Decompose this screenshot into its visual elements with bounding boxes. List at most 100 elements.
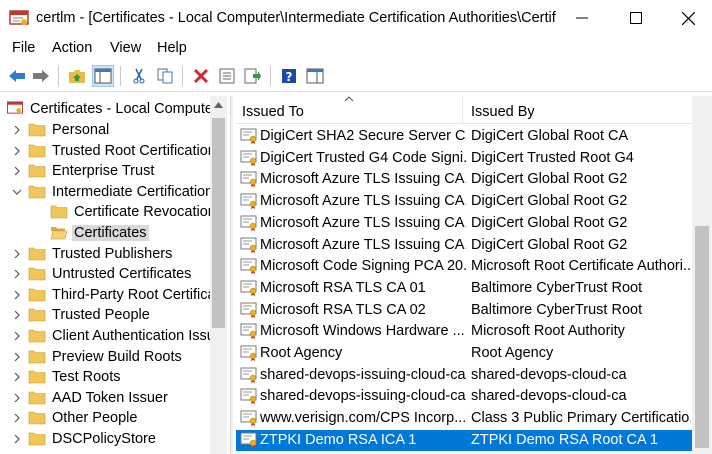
properties-button[interactable] (216, 65, 238, 87)
delete-button[interactable] (190, 65, 212, 87)
table-row[interactable]: Root Agency Root Agency (236, 343, 692, 364)
tree-item-label: Trusted Publishers (52, 245, 173, 262)
cell-issued-by: DigiCert Trusted Root G4 (471, 149, 634, 166)
properties-icon (219, 68, 235, 84)
table-row[interactable]: Microsoft RSA TLS CA 01 Baltimore CyberTr… (236, 278, 692, 299)
tree-item-label: Certificates (72, 225, 149, 241)
chevron-right-icon[interactable] (12, 413, 22, 423)
certificate-app-icon (9, 10, 29, 25)
chevron-right-icon[interactable] (12, 166, 22, 176)
menu-file[interactable]: File (12, 40, 35, 56)
tree-item[interactable]: Preview Build Roots (0, 347, 210, 367)
chevron-down-icon[interactable] (12, 187, 22, 197)
tree-item[interactable]: Test Roots (0, 367, 210, 387)
tree-scroll-thumb[interactable] (212, 118, 225, 328)
up-one-level-button[interactable] (66, 65, 88, 87)
forward-button[interactable] (30, 65, 52, 87)
scroll-up-arrow-icon[interactable] (214, 102, 223, 108)
column-divider[interactable] (462, 96, 463, 124)
table-row[interactable]: shared-devops-issuing-cloud-ca shared-dev… (236, 386, 692, 407)
tree-root-certificates-local-computer[interactable]: Certificates - Local Computer (0, 99, 218, 119)
column-header-issued-to[interactable]: Issued To (242, 104, 304, 120)
copy-button[interactable] (154, 65, 176, 87)
tree-item[interactable]: Client Authentication Issu (0, 326, 215, 346)
cut-button[interactable] (128, 65, 150, 87)
table-row[interactable]: Microsoft RSA TLS CA 02 Baltimore CyberTr… (236, 300, 692, 321)
console-tree[interactable]: Certificates - Local Computer Personal Tr… (0, 96, 230, 454)
cell-issued-by: DigiCert Global Root G2 (471, 171, 628, 188)
show-hide-action-pane-button[interactable] (304, 65, 326, 87)
certificate-icon (240, 410, 257, 427)
chevron-right-icon[interactable] (12, 146, 22, 156)
tree-item-label: Certificate Revocation (74, 204, 216, 221)
tree-item[interactable]: AAD Token Issuer (0, 388, 210, 408)
tree-item[interactable]: Trusted Root Certification (0, 141, 216, 161)
tree-item[interactable]: Other People (0, 408, 210, 428)
table-row[interactable]: DigiCert SHA2 Secure Server CA DigiCert G… (236, 126, 692, 147)
menu-view[interactable]: View (110, 40, 141, 56)
table-row[interactable]: shared-devops-issuing-cloud-ca shared-dev… (236, 365, 692, 386)
list-vertical-scrollbar[interactable] (692, 96, 712, 454)
column-header-issued-by[interactable]: Issued By (471, 104, 535, 120)
cell-issued-to: DigiCert Trusted G4 Code Signi... (260, 149, 466, 166)
tree-item[interactable]: Intermediate Certification (0, 182, 213, 202)
chevron-right-icon[interactable] (12, 434, 22, 444)
chevron-right-icon[interactable] (12, 290, 22, 300)
certificate-icon (240, 367, 257, 383)
pane-splitter[interactable] (230, 96, 233, 454)
menu-action[interactable]: Action (52, 40, 92, 56)
chevron-right-icon[interactable] (12, 269, 22, 279)
chevron-right-icon[interactable] (12, 249, 22, 259)
folder-icon (28, 329, 46, 343)
cell-issued-to: Microsoft Azure TLS Issuing CA... (260, 171, 466, 188)
minimize-button[interactable] (556, 0, 608, 36)
back-arrow-icon (9, 70, 25, 82)
tree-item[interactable]: Trusted People (0, 305, 210, 325)
certificate-icon (240, 432, 257, 448)
folder-icon (28, 247, 46, 260)
chevron-right-icon[interactable] (12, 310, 22, 320)
svg-text:?: ? (286, 70, 293, 84)
table-row[interactable]: DigiCert Trusted G4 Code Signi... DigiCer… (236, 148, 692, 169)
close-button[interactable] (662, 0, 712, 36)
folder-icon (28, 309, 46, 322)
cell-issued-to: shared-devops-issuing-cloud-ca (260, 366, 466, 383)
table-row[interactable]: ZTPKI Demo RSA ICA 1 ZTPKI Demo RSA Root … (236, 429, 692, 451)
tree-item[interactable]: DSCPolicyStore (0, 429, 210, 449)
table-row[interactable]: Microsoft Azure TLS Issuing CA... DigiCer… (236, 191, 692, 212)
cell-issued-by: DigiCert Global Root G2 (471, 236, 628, 253)
tree-item-label: Test Roots (52, 369, 121, 386)
table-row[interactable]: Microsoft Azure TLS Issuing CA... DigiCer… (236, 213, 692, 234)
table-row[interactable]: Microsoft Code Signing PCA 20... Microsof… (236, 256, 692, 277)
menu-help[interactable]: Help (157, 40, 187, 56)
chevron-right-icon[interactable] (12, 331, 22, 341)
chevron-right-icon[interactable] (12, 372, 22, 382)
tree-item[interactable]: Trusted Publishers (0, 244, 210, 264)
tree-item-label: Other People (52, 410, 138, 427)
chevron-right-icon[interactable] (12, 125, 22, 135)
tree-item[interactable]: Third-Party Root Certifica (0, 285, 216, 305)
export-list-button[interactable] (242, 65, 264, 87)
table-row[interactable]: Microsoft Windows Hardware ... Microsoft … (236, 321, 692, 342)
folder-icon (28, 185, 46, 199)
tree-item[interactable]: Personal (0, 120, 210, 140)
tree-item[interactable]: Certificates (0, 223, 210, 243)
copy-icon (157, 68, 173, 84)
show-hide-console-tree-button[interactable] (92, 65, 114, 87)
back-button[interactable] (6, 65, 28, 87)
tree-item[interactable]: Enterprise Trust (0, 161, 210, 181)
table-row[interactable]: Microsoft Azure TLS Issuing CA... DigiCer… (236, 235, 692, 256)
certificate-list[interactable]: Issued To Issued By DigiCert SHA2 Secure… (236, 96, 712, 454)
maximize-button[interactable] (610, 0, 662, 36)
tree-vertical-scrollbar[interactable] (210, 96, 227, 454)
tree-item[interactable]: Certificate Revocation (0, 202, 216, 222)
chevron-right-icon[interactable] (12, 393, 22, 403)
chevron-right-icon[interactable] (12, 352, 22, 362)
tree-item[interactable]: Untrusted Certificates (0, 264, 210, 284)
table-row[interactable]: www.verisign.com/CPS Incorp.... Class 3 P… (236, 408, 692, 429)
help-button[interactable]: ? (278, 65, 300, 87)
certificate-icon (240, 323, 257, 340)
tree-item-label: DSCPolicyStore (52, 431, 156, 447)
list-scroll-thumb[interactable] (695, 226, 709, 448)
table-row[interactable]: Microsoft Azure TLS Issuing CA... DigiCer… (236, 169, 692, 190)
